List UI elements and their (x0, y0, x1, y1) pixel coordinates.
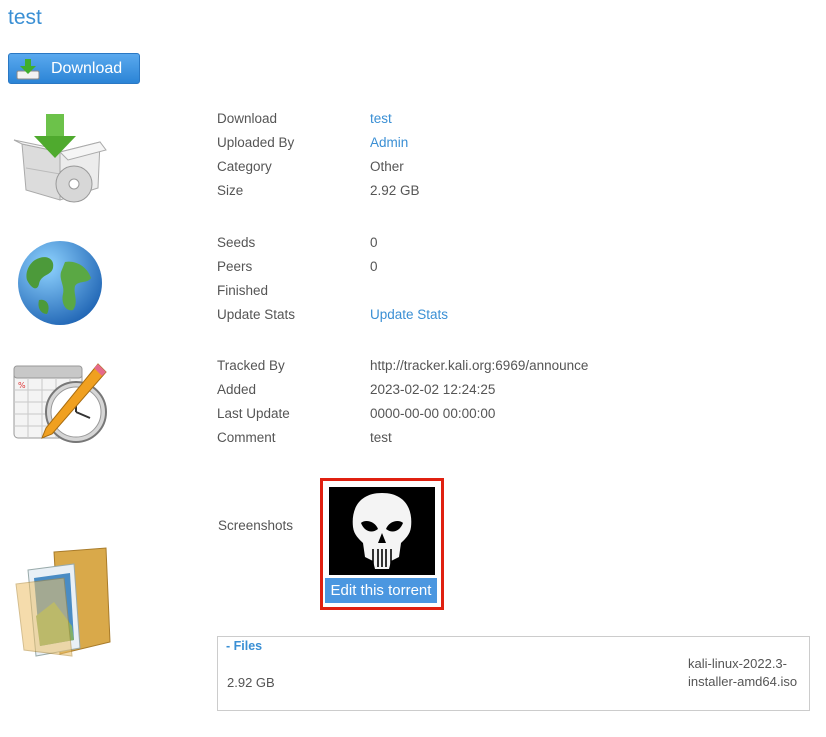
added-value: 2023-02-02 12:24:25 (370, 382, 496, 397)
download-label: Download (217, 111, 278, 126)
added-label: Added (217, 382, 257, 397)
screenshot-highlight: Edit this torrent (320, 478, 444, 610)
peers-label: Peers (217, 259, 253, 274)
last-update-label: Last Update (217, 406, 290, 421)
file-name: kali-linux-2022.3-installer-amd64.iso (688, 656, 798, 689)
uploader-link[interactable]: Admin (370, 135, 408, 150)
screenshot-thumbnail[interactable] (329, 487, 435, 575)
comment-label: Comment (217, 430, 276, 445)
download-link[interactable]: test (370, 111, 392, 126)
update-stats-link[interactable]: Update Stats (370, 307, 448, 322)
skull-icon (352, 493, 412, 569)
download-button[interactable]: Download (8, 53, 140, 84)
page-title: test (8, 6, 42, 29)
download-arrow-icon (16, 58, 40, 80)
svg-text:%: % (18, 381, 26, 390)
size-value: 2.92 GB (370, 183, 420, 198)
finished-label: Finished (217, 283, 269, 298)
peers-value: 0 (370, 259, 378, 274)
last-update-value: 0000-00-00 00:00:00 (370, 406, 496, 421)
tracker-url: http://tracker.kali.org:6969/announce (370, 358, 589, 373)
seeds-label: Seeds (217, 235, 256, 250)
files-toggle[interactable]: - Files (226, 639, 262, 653)
download-button-label: Download (51, 59, 123, 77)
category-label: Category (217, 159, 272, 174)
update-stats-label: Update Stats (217, 307, 296, 322)
package-icon (12, 112, 108, 204)
size-label: Size (217, 183, 244, 198)
comment-value: test (370, 430, 392, 445)
category-value: Other (370, 159, 404, 174)
file-size: 2.92 GB (227, 675, 275, 690)
folder-images-icon (14, 546, 112, 658)
seeds-value: 0 (370, 235, 378, 250)
files-panel: - Files 2.92 GB kali-linux-2022.3-instal… (217, 636, 810, 711)
calendar-clock-icon: % (12, 362, 110, 446)
uploaded-by-label: Uploaded By (217, 135, 295, 150)
screenshots-label: Screenshots (218, 518, 294, 533)
edit-torrent-button[interactable]: Edit this torrent (325, 578, 437, 603)
tracked-by-label: Tracked By (217, 358, 285, 373)
globe-icon (17, 240, 103, 326)
